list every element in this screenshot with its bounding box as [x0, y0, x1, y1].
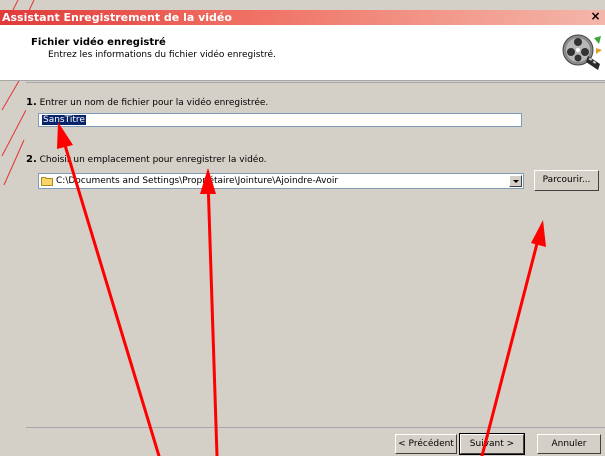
back-button[interactable]: < Précédent: [395, 434, 457, 454]
step1-label: 1. Entrer un nom de fichier pour la vidé…: [26, 97, 268, 108]
header-title: Fichier vidéo enregistré: [31, 37, 166, 48]
wizard-window: Assistant Enregistrement de la vidéo × F…: [0, 0, 605, 456]
step2-text: Choisir un emplacement pour enregistrer …: [39, 155, 267, 165]
header-subtitle: Entrez les informations du fichier vidéo…: [48, 50, 276, 60]
wizard-body: [26, 82, 605, 428]
step1-text: Entrer un nom de fichier pour la vidéo e…: [39, 98, 269, 108]
next-button[interactable]: Suivant >: [459, 433, 525, 455]
close-icon[interactable]: ×: [589, 10, 602, 23]
film-reel-icon: [562, 34, 602, 70]
browse-button[interactable]: Parcourir...: [534, 170, 599, 191]
folder-icon: [41, 177, 53, 186]
step2-label: 2. Choisir un emplacement pour enregistr…: [26, 154, 267, 165]
location-path: C:\Documents and Settings\Propriétaire\J…: [56, 176, 339, 186]
wizard-header: Fichier vidéo enregistré Entrez les info…: [0, 25, 605, 81]
location-combobox[interactable]: C:\Documents and Settings\Propriétaire\J…: [38, 173, 524, 189]
dropdown-button[interactable]: [509, 175, 522, 187]
window-title: Assistant Enregistrement de la vidéo: [2, 11, 232, 24]
chevron-down-icon: [513, 180, 519, 183]
cancel-button[interactable]: Annuler: [537, 434, 601, 454]
title-bar[interactable]: Assistant Enregistrement de la vidéo ×: [0, 10, 605, 25]
footer-divider: [26, 427, 605, 428]
step1-number: 1.: [26, 97, 37, 108]
step2-number: 2.: [26, 154, 37, 165]
filename-input[interactable]: SansTitre: [38, 113, 522, 127]
filename-value: SansTitre: [42, 115, 86, 125]
